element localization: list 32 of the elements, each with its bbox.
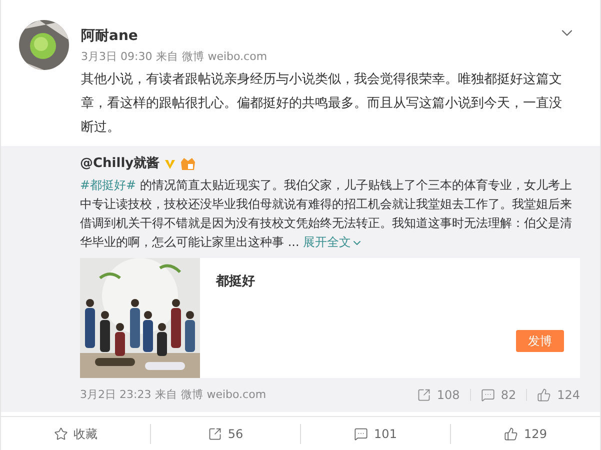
thumbs-up-icon — [504, 426, 518, 440]
author-name[interactable]: 阿耐ane — [81, 26, 138, 46]
post-time[interactable]: 3月3日 09:30 — [81, 48, 152, 66]
comment-icon — [480, 388, 495, 402]
action-link[interactable]: 101 — [354, 424, 397, 442]
post-button[interactable]: 发博 — [516, 330, 564, 352]
source-label: 来自 — [156, 49, 178, 65]
post-text: 其他小说，有读者跟帖说亲身经历与小说类似，我会觉得很荣幸。唯独都挺好这篇文章，看这样的跟帖很扎心。偏都挺好的共鸣最多。而且从写这篇小说到今天，一直没断过。 — [81, 71, 563, 137]
source-label: 来自 — [155, 386, 178, 403]
hashtag-link[interactable]: #都挺好# — [80, 178, 136, 192]
comment-icon — [354, 426, 368, 440]
share-icon — [208, 426, 222, 440]
link-card[interactable]: 都挺好 发博 — [80, 258, 580, 378]
star-icon — [54, 426, 68, 440]
action-link[interactable]: 129 — [504, 424, 547, 442]
avatar[interactable] — [19, 20, 69, 70]
expand-link[interactable]: 展开全文 — [303, 235, 364, 249]
crown-icon — [180, 157, 196, 171]
repost-author[interactable]: @Chilly就酱 — [80, 154, 160, 174]
action-link[interactable]: 收藏 — [54, 424, 98, 442]
action-link[interactable]: 56 — [208, 424, 244, 442]
thumbs-up-icon — [537, 388, 552, 402]
source-link[interactable]: 微博 weibo.com — [181, 386, 266, 404]
stat-link[interactable]: 82 — [480, 386, 516, 404]
share-icon — [416, 388, 431, 402]
repost-text: #都挺好# 的情况简直太贴近现实了。我伯父家，儿子贴钱上了个三本的体育专业，女儿考上中专让读技校，技校还没毕业我伯母就说有难得的招工机会就让我堂姐去工作了。我堂姐后来借调到机关干得不错就是因为没有技校文凭始终无法转正。我知道这事时无法理解：伯父是清华毕业的啊，怎么可能让家里出这种事 ... 展开全文 — [80, 177, 573, 251]
source-link[interactable]: 微博 weibo.com — [182, 48, 268, 66]
verified-icon — [164, 158, 176, 170]
stat-link[interactable]: 108 — [416, 386, 460, 404]
stat-link[interactable]: 124 — [537, 386, 580, 404]
repost-time[interactable]: 3月2日 23:23 — [80, 386, 152, 404]
card-title: 都挺好 — [216, 273, 256, 291]
